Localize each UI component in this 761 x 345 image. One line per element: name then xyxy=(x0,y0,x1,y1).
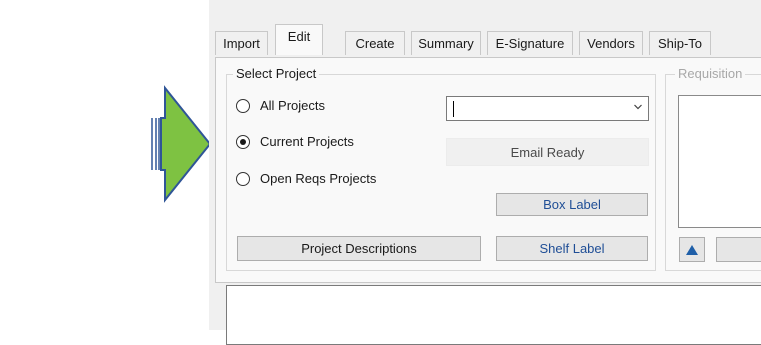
requisition-action-button[interactable] xyxy=(716,237,761,262)
tab-import[interactable]: Import xyxy=(215,31,268,55)
project-combo-box[interactable] xyxy=(446,96,649,121)
tab-create[interactable]: Create xyxy=(345,31,405,55)
radio-all-projects[interactable]: All Projects xyxy=(236,97,386,117)
project-descriptions-button[interactable]: Project Descriptions xyxy=(237,236,481,261)
tab-summary[interactable]: Summary xyxy=(411,31,481,55)
select-project-legend: Select Project xyxy=(233,66,320,81)
tab-e-signature[interactable]: E-Signature xyxy=(487,31,573,55)
radio-button[interactable] xyxy=(236,99,250,113)
move-up-button[interactable] xyxy=(679,237,705,262)
radio-label-current-projects: Current Projects xyxy=(260,134,354,149)
radio-button[interactable] xyxy=(236,172,250,186)
radio-label-open-reqs-projects: Open Reqs Projects xyxy=(260,171,377,186)
right-arrow-icon xyxy=(151,85,212,203)
box-label-button[interactable]: Box Label xyxy=(496,193,648,216)
tab-vendors[interactable]: Vendors xyxy=(579,31,643,55)
email-ready-status: Email Ready xyxy=(446,138,649,166)
requisition-list[interactable] xyxy=(678,95,761,228)
tab-ship-to[interactable]: Ship-To xyxy=(649,31,711,55)
triangle-up-icon xyxy=(686,245,698,255)
radio-open-reqs-projects[interactable]: Open Reqs Projects xyxy=(236,170,426,190)
radio-current-projects[interactable]: Current Projects xyxy=(236,133,396,153)
radio-button[interactable] xyxy=(236,135,250,149)
details-text-area[interactable] xyxy=(226,285,761,345)
chevron-down-icon[interactable] xyxy=(634,103,642,111)
text-cursor xyxy=(453,101,454,117)
shelf-label-button[interactable]: Shelf Label xyxy=(496,236,648,261)
radio-label-all-projects: All Projects xyxy=(260,98,326,113)
tab-edit[interactable]: Edit xyxy=(275,24,323,55)
requisition-legend: Requisition xyxy=(675,66,746,81)
